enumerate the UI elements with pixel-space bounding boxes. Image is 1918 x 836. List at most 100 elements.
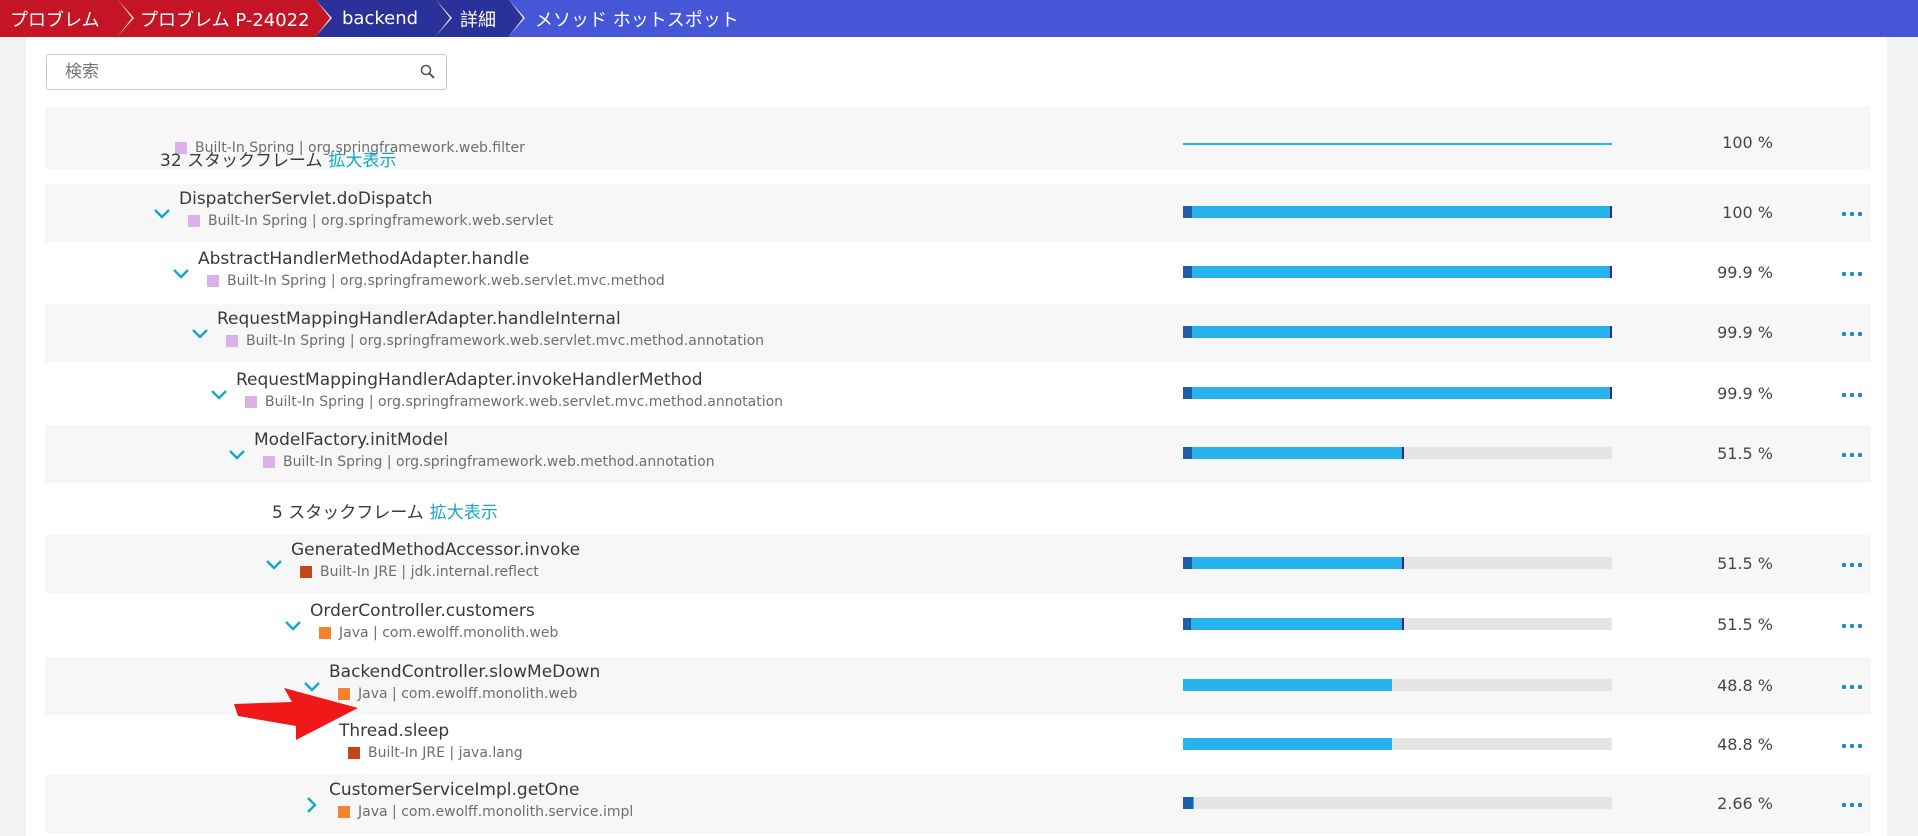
chevron-down-icon[interactable] — [264, 555, 284, 575]
bar-tick — [1402, 618, 1404, 630]
row-title: CustomerServiceImpl.getOne — [329, 780, 580, 800]
row-percent: 99.9 % — [1717, 384, 1773, 403]
breadcrumb-label: backend — [342, 8, 419, 29]
more-options-icon[interactable] — [1842, 559, 1862, 571]
expand-link[interactable]: 拡大表示 — [329, 151, 397, 171]
breadcrumb: プロブレム プロブレム P-24022 backend 詳細 メソッド ホットス… — [0, 0, 1918, 37]
row-subtitle-text: Built-In Spring | org.springframework.we… — [246, 333, 765, 349]
tree-row[interactable]: CustomerServiceImpl.getOne Java | com.ewo… — [45, 775, 1871, 833]
breadcrumb-method-hotspots: メソッド ホットスポット — [509, 0, 739, 37]
tree-row[interactable]: GeneratedMethodAccessor.invoke Built-In J… — [45, 535, 1871, 593]
java-icon — [319, 627, 331, 639]
row-percent: 48.8 % — [1717, 735, 1773, 754]
stack-frames-count: 5 スタックフレーム — [272, 503, 424, 523]
more-options-icon[interactable] — [1842, 449, 1862, 461]
row-title: DispatcherServlet.doDispatch — [179, 189, 433, 209]
more-options-icon[interactable] — [1842, 268, 1862, 280]
row-subtitle-text: Built-In Spring | org.springframework.we… — [208, 213, 554, 229]
row-subtitle-text: Java | com.ewolff.monolith.web — [339, 625, 559, 641]
row-subtitle-text: Built-In JRE | java.lang — [368, 745, 523, 761]
spring-icon — [263, 456, 275, 468]
bar-fill — [1183, 557, 1404, 569]
breadcrumb-problem-id[interactable]: プロブレム P-24022 — [118, 0, 332, 37]
bar-self-time — [1183, 618, 1191, 630]
search-icon[interactable] — [420, 64, 436, 80]
row-subtitle: Built-In Spring | org.springframework.we… — [263, 454, 715, 470]
more-options-icon[interactable] — [1842, 799, 1862, 811]
tree-row[interactable]: RequestMappingHandlerAdapter.invokeHandl… — [45, 365, 1871, 423]
bar-tick — [1610, 206, 1612, 218]
bar-fill — [1183, 738, 1392, 750]
bar-tick — [1610, 387, 1612, 399]
row-percent: 48.8 % — [1717, 676, 1773, 695]
breadcrumb-problems[interactable]: プロブレム — [0, 0, 134, 37]
row-subtitle-text: Built-In Spring | org.springframework.we… — [265, 394, 784, 410]
stack-frames-5: 5 スタックフレーム 拡大表示 — [272, 498, 498, 523]
chevron-right-icon[interactable] — [302, 795, 322, 815]
row-subtitle-text: Java | com.ewolff.monolith.service.impl — [358, 804, 634, 820]
bar-self-time — [1183, 447, 1192, 459]
row-title: BackendController.slowMeDown — [329, 662, 601, 682]
more-options-icon[interactable] — [1842, 389, 1862, 401]
chevron-down-icon[interactable] — [227, 445, 247, 465]
row-title: ModelFactory.initModel — [254, 430, 449, 450]
bar-fill — [1183, 679, 1392, 691]
row-subtitle: Built-In JRE | jdk.internal.reflect — [300, 564, 539, 580]
tree-row[interactable]: AbstractHandlerMethodAdapter.handle Built… — [45, 244, 1871, 302]
row-subtitle-text: Built-In JRE | jdk.internal.reflect — [320, 564, 539, 580]
bar-tick — [1610, 266, 1612, 278]
row-percent: 51.5 % — [1717, 615, 1773, 634]
bar-self-time — [1183, 387, 1192, 399]
hotspot-panel: Built-In Spring | org.springframework.we… — [26, 37, 1887, 836]
chevron-down-icon[interactable] — [209, 385, 229, 405]
spring-icon — [245, 396, 257, 408]
row-subtitle: Java | com.ewolff.monolith.web — [319, 625, 558, 641]
row-percent: 99.9 % — [1717, 263, 1773, 282]
breadcrumb-label: 詳細 — [460, 9, 496, 31]
more-options-icon[interactable] — [1842, 681, 1862, 693]
chevron-down-icon[interactable] — [171, 264, 191, 284]
row-bar — [1183, 447, 1612, 459]
bar-self-time — [1183, 206, 1192, 218]
row-title: RequestMappingHandlerAdapter.invokeHandl… — [236, 370, 703, 390]
row-bar — [1183, 618, 1612, 630]
tree-row[interactable]: RequestMappingHandlerAdapter.handleInter… — [45, 304, 1871, 362]
more-options-icon[interactable] — [1842, 740, 1862, 752]
row-subtitle: Built-In Spring | org.springframework.we… — [226, 333, 764, 349]
row-subtitle: Built-In Spring | org.springframework.we… — [188, 213, 553, 229]
more-options-icon[interactable] — [1842, 620, 1862, 632]
jre-icon — [300, 566, 312, 578]
breadcrumb-service[interactable]: backend — [316, 0, 452, 37]
tree-row[interactable]: DispatcherServlet.doDispatch Built-In Spr… — [45, 184, 1871, 242]
bar-self-time — [1183, 557, 1192, 569]
row-percent: 99.9 % — [1717, 323, 1773, 342]
chevron-down-icon[interactable] — [190, 324, 210, 344]
bar-self-time — [1183, 266, 1192, 278]
tree-row[interactable]: OrderController.customers Java | com.ewol… — [45, 596, 1871, 654]
breadcrumb-label: メソッド ホットスポット — [535, 9, 739, 31]
annotation-arrow-icon — [234, 688, 358, 740]
chevron-down-icon[interactable] — [283, 616, 303, 636]
more-options-icon[interactable] — [1842, 208, 1862, 220]
row-title: RequestMappingHandlerAdapter.handleInter… — [217, 309, 621, 329]
more-options-icon[interactable] — [1842, 328, 1862, 340]
row-title: GeneratedMethodAccessor.invoke — [291, 540, 581, 560]
row-title: AbstractHandlerMethodAdapter.handle — [198, 249, 530, 269]
row-bar — [1183, 679, 1612, 691]
row-bar — [1183, 557, 1612, 569]
spring-icon — [188, 215, 200, 227]
row-percent: 51.5 % — [1717, 554, 1773, 573]
bar-fill — [1183, 618, 1404, 630]
row-subtitle: Built-In Spring | org.springframework.we… — [207, 273, 665, 289]
row-bar — [1183, 266, 1612, 278]
row-subtitle-text: Java | com.ewolff.monolith.web — [358, 686, 578, 702]
row-percent: 51.5 % — [1717, 444, 1773, 463]
tree-row[interactable]: ModelFactory.initModel Built-In Spring | … — [45, 425, 1871, 483]
row-percent: 100 % — [1722, 133, 1773, 152]
row-subtitle: Built-In Spring | org.springframework.we… — [245, 394, 783, 410]
expand-link[interactable]: 拡大表示 — [430, 503, 498, 523]
chevron-down-icon[interactable] — [152, 204, 172, 224]
row-bar — [1183, 326, 1612, 338]
search-input[interactable] — [47, 55, 397, 89]
row-bar — [1183, 797, 1612, 809]
